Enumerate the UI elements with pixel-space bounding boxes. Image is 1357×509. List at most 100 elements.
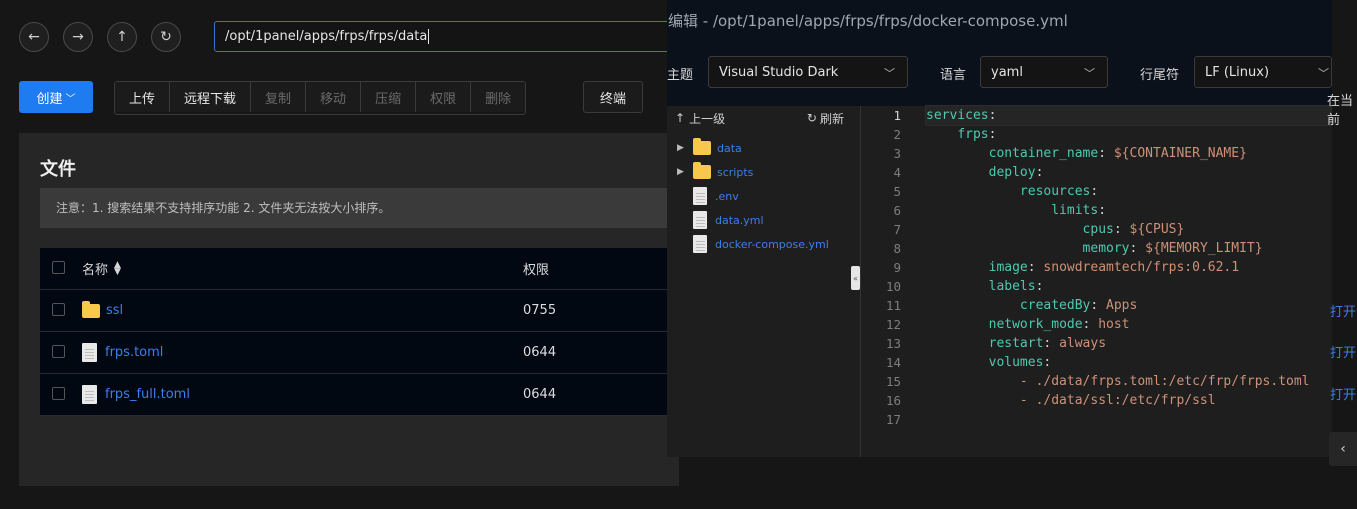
tree-refresh-button[interactable]: ↻ 刷新 [807,110,844,127]
back-button[interactable]: ← [19,22,49,52]
name-column-header[interactable]: 名称 ▲ ▼ [82,248,121,289]
path-input[interactable]: /opt/1panel/apps/frps/frps/data [214,21,684,52]
caret-right-icon: ▶ [677,143,684,153]
code-line[interactable]: labels: [926,277,1331,296]
line-number: 10 [885,279,901,294]
yaml-value: - ./data/frps.toml:/etc/frp/frps.toml [1019,374,1310,389]
code-line[interactable]: network_mode: host [926,315,1331,334]
table-row[interactable]: ssl 0755 [40,290,680,332]
tree-item-data[interactable]: ▶ data [677,138,742,158]
row-checkbox[interactable] [52,303,65,316]
chevron-down-icon: ﹀ [1084,67,1095,80]
perm-cell: 0644 [523,387,557,402]
tree-item-scripts[interactable]: ▶ scripts [677,162,753,182]
open-link[interactable]: 打开 [1330,384,1356,403]
code-line[interactable]: frps: [926,125,1331,144]
code-line[interactable]: limits: [926,201,1331,220]
code-line[interactable]: - ./data/frps.toml:/etc/frp/frps.toml [926,372,1331,391]
row-checkbox[interactable] [52,345,65,358]
table-row[interactable]: frps.toml 0644 [40,332,680,374]
yaml-value: host [1098,317,1130,332]
line-number: 9 [893,260,901,275]
yaml-key: memory [1082,241,1130,256]
line-number: 16 [885,393,901,408]
select-all-checkbox[interactable] [52,261,65,274]
file-name-link[interactable]: frps_full.toml [105,387,190,402]
tree-item-data-yml[interactable]: data.yml [693,210,764,230]
code-line[interactable]: container_name: ${CONTAINER_NAME} [926,144,1331,163]
yaml-value: ${CONTAINER_NAME} [1113,146,1247,161]
line-number-gutter: 1 2 3 4 5 6 7 8 9 10 11 12 13 14 15 16 17 [861,106,901,429]
caret-right-icon: ▶ [677,167,684,177]
code-line[interactable]: createdBy: Apps [926,296,1331,315]
perm-cell: 0755 [523,303,557,318]
code-line[interactable]: - ./data/ssl:/etc/frp/ssl [926,391,1331,410]
code-line[interactable]: services: [925,105,1332,126]
table-row[interactable]: frps_full.toml 0644 [40,374,680,416]
move-button[interactable]: 移动 [306,82,362,112]
tree-up-button[interactable]: ↑ 上一级 [675,110,725,127]
code-line[interactable]: deploy: [926,163,1331,182]
compress-button[interactable]: 压缩 [361,82,417,112]
row-checkbox[interactable] [52,387,65,400]
code-line[interactable]: cpus: ${CPUS} [926,220,1331,239]
yaml-value: ${CPUS} [1129,222,1185,237]
remote-download-button[interactable]: 远程下载 [170,82,252,112]
theme-label: 主题 [667,68,694,83]
code-lines[interactable]: services: frps: container_name: ${CONTAI… [925,105,1332,429]
partial-label: 在当前 [1327,94,1354,128]
refresh-button[interactable]: ↻ [151,22,181,52]
file-table: 名称 ▲ ▼ 权限 ssl 0755 frps.toml 0644 frps_ful… [40,248,680,416]
yaml-key: createdBy [1019,298,1091,313]
code-line[interactable]: volumes: [926,353,1331,372]
collapse-side-button[interactable]: ‹ [1329,432,1357,466]
page-title: 文件 [40,159,76,180]
yaml-key: deploy [988,165,1036,180]
notice-banner: 注意：1. 搜索结果不支持排序功能 2. 文件夹无法按大小排序。 [40,188,680,228]
eol-select[interactable]: LF (Linux) ﹀ [1194,56,1332,88]
table-header: 名称 ▲ ▼ 权限 [40,248,680,290]
tree-header: ↑ 上一级 ↻ 刷新 [667,106,860,130]
chevron-left-icon: « [853,273,858,283]
yaml-key: resources [1019,184,1091,199]
open-link[interactable]: 打开 [1330,301,1356,320]
refresh-icon: ↻ [806,111,817,125]
up-button[interactable]: ↑ [107,22,137,52]
forward-button[interactable]: → [63,22,93,52]
terminal-button[interactable]: 终端 [583,81,643,113]
file-name-link[interactable]: frps.toml [105,345,163,360]
code-line[interactable] [926,410,1331,429]
code-editor[interactable]: 1 2 3 4 5 6 7 8 9 10 11 12 13 14 15 16 17 services: frps… [861,105,1332,457]
file-icon [82,343,97,362]
tree-item-env[interactable]: .env [693,186,739,206]
code-line[interactable]: resources: [926,182,1331,201]
copy-button[interactable]: 复制 [251,82,307,112]
create-button[interactable]: 创建 ﹀ [19,81,93,113]
file-name-link[interactable]: ssl [106,303,123,318]
yaml-key: services [926,108,989,123]
open-link[interactable]: 打开 [1330,342,1356,361]
yaml-key: cpus [1082,222,1114,237]
theme-select[interactable]: Visual Studio Dark ﹀ [708,56,908,88]
editor-title: 编辑 - /opt/1panel/apps/frps/frps/docker-c… [668,12,1068,30]
yaml-value: always [1059,336,1107,351]
code-line[interactable]: image: snowdreamtech/frps:0.62.1 [926,258,1331,277]
collapse-tree-button[interactable]: « [851,266,860,290]
lang-select[interactable]: yaml ﹀ [980,56,1108,88]
tree-item-docker-compose[interactable]: docker-compose.yml [693,234,829,254]
code-line[interactable]: restart: always [926,334,1331,353]
chevron-down-icon: ﹀ [1318,67,1329,80]
yaml-value: snowdreamtech/frps:0.62.1 [1043,260,1240,275]
lang-label: 语言 [940,68,967,83]
file-toolbar: 上传 远程下载 复制 移动 压缩 权限 删除 [114,81,527,115]
code-line[interactable]: memory: ${MEMORY_LIMIT} [926,239,1331,258]
yaml-key: network_mode [988,317,1083,332]
line-number: 3 [893,146,901,161]
sort-icon: ▲ ▼ [114,259,121,277]
arrow-left-icon: ← [28,29,40,45]
file-icon [693,211,707,229]
file-icon [693,187,707,205]
permission-button[interactable]: 权限 [416,82,472,112]
delete-button[interactable]: 删除 [471,82,526,112]
upload-button[interactable]: 上传 [115,82,171,112]
